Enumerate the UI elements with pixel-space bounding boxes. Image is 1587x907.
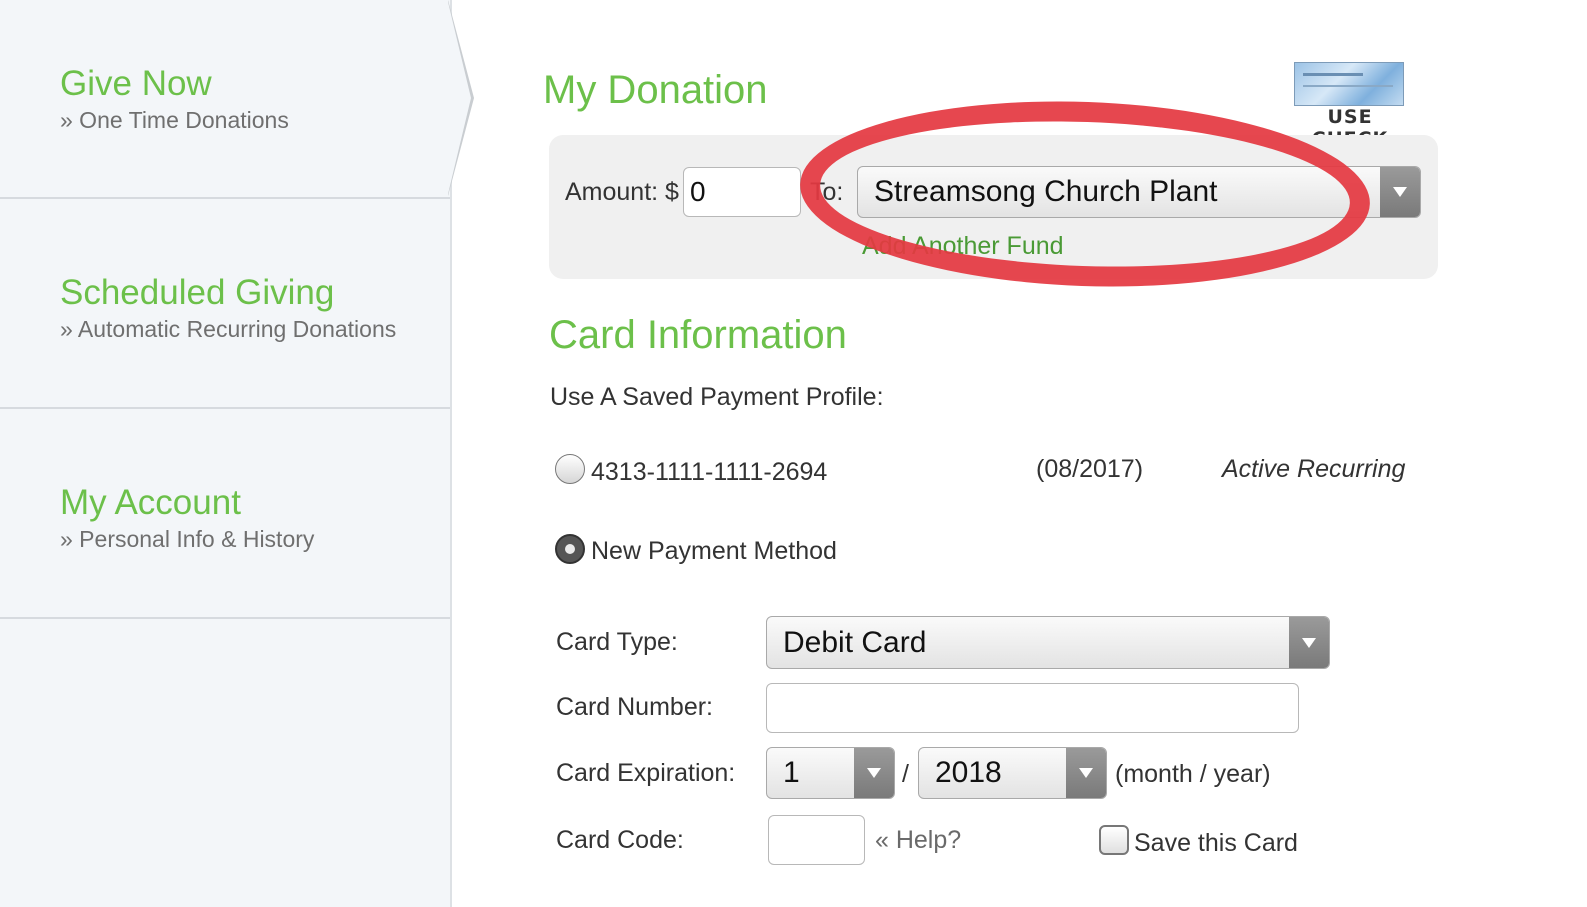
chevron-down-icon	[1289, 617, 1329, 668]
amount-input[interactable]	[683, 167, 801, 217]
fund-select-value: Streamsong Church Plant	[874, 175, 1218, 208]
to-label: To:	[810, 178, 844, 206]
exp-month-select[interactable]: 1	[766, 747, 895, 799]
card-type-label: Card Type:	[556, 628, 678, 656]
check-line	[1303, 85, 1393, 87]
card-number-input[interactable]	[766, 683, 1299, 733]
card-type-select[interactable]: Debit Card	[766, 616, 1330, 669]
exp-month-value: 1	[783, 756, 800, 789]
new-payment-radio[interactable]	[555, 534, 585, 564]
exp-hint: (month / year)	[1115, 760, 1271, 788]
sidebar-item-title: Give Now	[60, 64, 212, 103]
amount-label: Amount: $	[565, 178, 679, 206]
exp-separator: /	[902, 760, 909, 788]
sidebar-item-subtitle: » Personal Info & History	[60, 526, 315, 552]
card-code-input[interactable]	[768, 815, 865, 865]
card-type-value: Debit Card	[783, 625, 927, 659]
sidebar-item-subtitle: » Automatic Recurring Donations	[60, 316, 397, 342]
help-link[interactable]: « Help?	[875, 826, 961, 855]
card-expiration-label: Card Expiration:	[556, 759, 736, 787]
sidebar-item-title: Scheduled Giving	[60, 273, 335, 312]
exp-year-select[interactable]: 2018	[918, 747, 1107, 799]
saved-profile-radio[interactable]	[555, 454, 585, 484]
my-donation-heading: My Donation	[543, 68, 768, 112]
saved-profile-label: Use A Saved Payment Profile:	[550, 383, 884, 411]
card-number-label: Card Number:	[556, 693, 713, 721]
sidebar-item-my-account[interactable]: My Account » Personal Info & History	[0, 409, 450, 619]
chevron-down-icon	[854, 748, 894, 798]
card-code-label: Card Code:	[556, 826, 684, 854]
sidebar-item-scheduled-giving[interactable]: Scheduled Giving » Automatic Recurring D…	[0, 199, 450, 409]
save-card-checkbox[interactable]	[1099, 825, 1129, 855]
sidebar-item-give-now[interactable]: Give Now » One Time Donations	[0, 0, 450, 199]
active-item-pointer-fill	[448, 2, 471, 194]
check-icon[interactable]	[1294, 62, 1404, 106]
card-information-heading: Card Information	[549, 313, 847, 357]
exp-year-value: 2018	[935, 756, 1002, 789]
chevron-down-icon	[1066, 748, 1106, 798]
save-card-label: Save this Card	[1134, 829, 1298, 857]
chevron-down-icon	[1380, 167, 1420, 217]
saved-card-expiry: (08/2017)	[1036, 455, 1144, 483]
check-line	[1303, 73, 1363, 76]
add-another-fund-link[interactable]: Add Another Fund	[862, 232, 1064, 261]
sidebar-nav: Give Now » One Time Donations Scheduled …	[0, 0, 452, 907]
sidebar-item-subtitle: » One Time Donations	[60, 107, 289, 133]
new-payment-label: New Payment Method	[591, 537, 837, 565]
saved-card-number: 4313-1111-1111-2694	[591, 458, 828, 486]
fund-select[interactable]: Streamsong Church Plant	[857, 166, 1421, 218]
sidebar-item-title: My Account	[60, 483, 241, 522]
saved-card-status: Active Recurring	[1222, 455, 1406, 483]
